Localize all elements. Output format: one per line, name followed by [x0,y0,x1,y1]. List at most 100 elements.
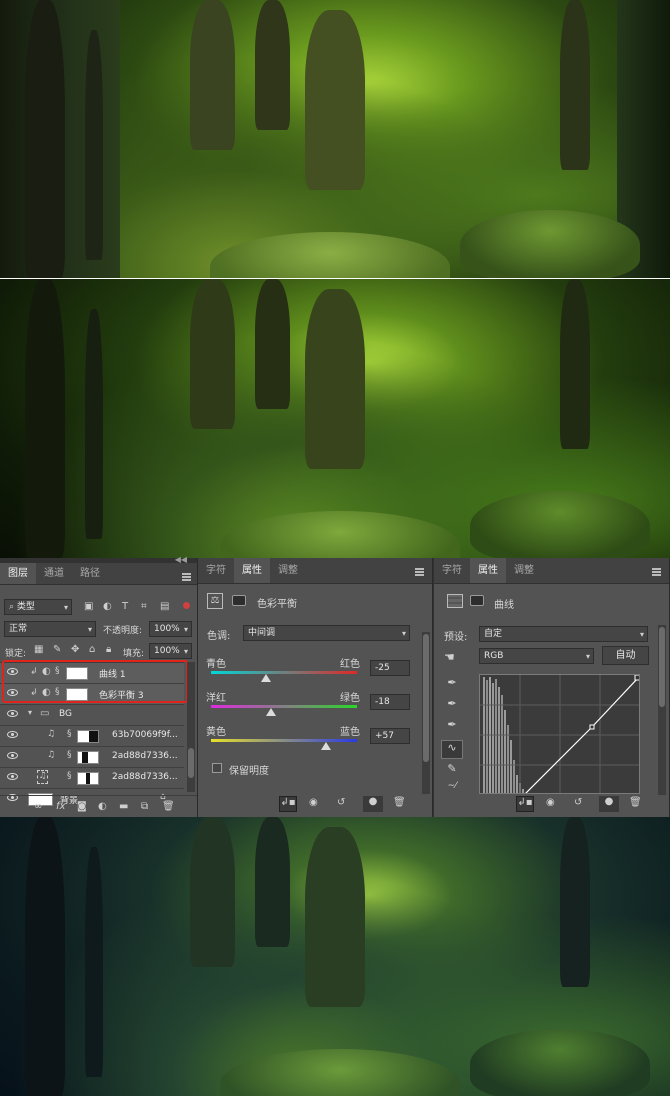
curve-point[interactable] [589,724,595,730]
tab-layers[interactable]: 图层 [0,563,36,584]
trash-icon[interactable]: 🗑︎ [162,801,175,812]
tab-adjustments[interactable]: 调整 [506,558,542,583]
slider-left-label: 青色 [206,659,226,670]
slider-value: -25 [375,663,390,673]
properties-scrollbar[interactable] [658,625,666,795]
mask-icon[interactable] [470,595,484,606]
tab-character[interactable]: 字符 [198,558,234,583]
tab-properties[interactable]: 属性 [470,558,506,583]
yellow-blue-slider-track[interactable] [211,739,357,742]
magenta-green-slider-track[interactable] [211,705,357,708]
forest-image-final [0,817,670,1096]
tab-adjustments[interactable]: 调整 [270,558,306,583]
filter-type-icon[interactable]: T [122,601,128,612]
chevron-down-icon: ▾ [63,603,68,612]
smooth-icon[interactable]: ~⁄ [441,781,463,800]
magenta-green-input[interactable]: -18 [370,694,410,710]
mask-icon[interactable] [232,595,246,606]
cyan-red-slider-track[interactable] [211,671,357,674]
eye-icon[interactable] [7,773,18,780]
panel-menu-icon[interactable] [415,568,424,576]
layers-scrollbar[interactable] [187,662,195,792]
layer-row-group-bg[interactable]: ▾ ▭ BG [0,704,184,725]
slider-knob[interactable] [260,674,271,682]
filter-toggle-icon[interactable] [183,602,190,609]
tab-character[interactable]: 字符 [434,558,470,583]
trash-icon[interactable]: 🗑︎ [629,797,642,808]
tab-channels[interactable]: 通道 [36,563,72,584]
auto-button[interactable]: 自动 [602,646,649,665]
eyedropper-gray-icon[interactable]: ✒ [441,697,463,716]
histogram-bar [522,789,524,793]
slider-value: -18 [375,697,390,707]
slider-right-label: 绿色 [340,693,360,704]
fx-icon[interactable]: fx [56,801,65,812]
lock-brush-icon[interactable]: ✎ [53,644,61,655]
filter-smart-icon[interactable]: ▤ [160,601,169,612]
curve-point[interactable] [634,675,640,681]
eyedropper-white-icon[interactable]: ✒ [441,718,463,737]
view-previous-icon[interactable]: ◉ [546,797,555,808]
histogram-bar [486,680,488,793]
view-previous-icon[interactable]: ◉ [309,797,318,808]
clip-to-layer-icon[interactable]: ↲▪ [279,796,297,812]
yellow-blue-input[interactable]: +57 [370,728,410,744]
panel-menu-icon[interactable] [182,573,191,581]
slider-left-label: 洋红 [206,693,226,704]
clip-to-layer-icon[interactable]: ↲▪ [516,796,534,812]
curves-graph[interactable] [479,674,640,794]
channel-select[interactable]: RGB ▾ [479,648,594,664]
trash-icon[interactable]: 🗑︎ [393,797,406,808]
slider-knob[interactable] [320,742,331,750]
curve-tool-icon[interactable]: ∿ [441,740,463,759]
search-icon: ⌕ [9,602,15,612]
visibility-icon[interactable]: ● [599,796,619,812]
fill-label: 填充: [123,649,145,659]
tone-select[interactable]: 中间调 ▾ [243,625,410,641]
eye-icon[interactable] [7,731,18,738]
reset-icon[interactable]: ↺ [337,797,345,808]
blend-mode-select[interactable]: 正常 ▾ [4,621,96,637]
filter-shape-icon[interactable]: ⌗ [141,601,147,612]
preset-select[interactable]: 自定 ▾ [479,626,648,642]
lock-position-icon[interactable]: ✥ [71,644,79,655]
eye-icon[interactable] [7,710,18,717]
hand-icon[interactable]: ☚ [444,650,455,664]
lock-all-icon[interactable]: 🔒︎ [106,644,111,655]
tone-curve[interactable] [524,677,639,794]
adjustment-layer-icon[interactable]: ◐ [98,801,107,812]
layer-row-image-2[interactable]: ♫ § 2ad88d7336... [0,746,184,767]
layer-mask-thumbnail [77,730,99,743]
pencil-icon[interactable]: ✎ [441,762,463,781]
filter-adjustment-icon[interactable]: ◐ [103,601,112,612]
layer-name: 2ad88d7336... [112,751,178,761]
scrollbar-thumb[interactable] [659,627,665,707]
eye-icon[interactable] [7,752,18,759]
fill-input[interactable]: 100% ▾ [149,643,192,659]
layers-panel: ◀◀ 图层 通道 路径 ⌕ 类型 ▾ ▣ ◐ T ⌗ ▤ 正常 ▾ 不透明度: … [0,555,198,817]
new-layer-icon[interactable]: ⧉ [141,801,148,812]
mask-icon[interactable]: ◙ [77,801,87,812]
layer-filter-select[interactable]: ⌕ 类型 ▾ [4,599,72,615]
panel-menu-icon[interactable] [652,568,661,576]
tab-properties[interactable]: 属性 [234,558,270,583]
filter-pixel-icon[interactable]: ▣ [84,601,93,612]
link-layers-icon[interactable]: ∞ [34,801,42,812]
layer-row-image-3[interactable]: ♫ § 2ad88d7336... [0,767,184,788]
lock-transparent-icon[interactable]: ▦ [34,644,43,655]
chevron-down-icon[interactable]: ▾ [28,708,32,717]
layer-row-image-1[interactable]: ♫ § 63b70069f9f... [0,725,184,746]
slider-knob[interactable] [265,708,276,716]
folder-icon[interactable]: ▬ [119,801,128,812]
scrollbar-thumb[interactable] [188,748,194,778]
scrollbar-thumb[interactable] [423,634,429,762]
reset-icon[interactable]: ↺ [574,797,582,808]
preserve-luminosity-checkbox[interactable] [212,763,222,773]
visibility-icon[interactable]: ● [363,796,383,812]
cyan-red-input[interactable]: -25 [370,660,410,676]
lock-artboard-icon[interactable]: ⌂ [89,644,95,655]
properties-scrollbar[interactable] [422,632,430,794]
eyedropper-black-icon[interactable]: ✒ [441,676,463,695]
tab-paths[interactable]: 路径 [72,563,108,584]
opacity-input[interactable]: 100% ▾ [149,621,192,637]
